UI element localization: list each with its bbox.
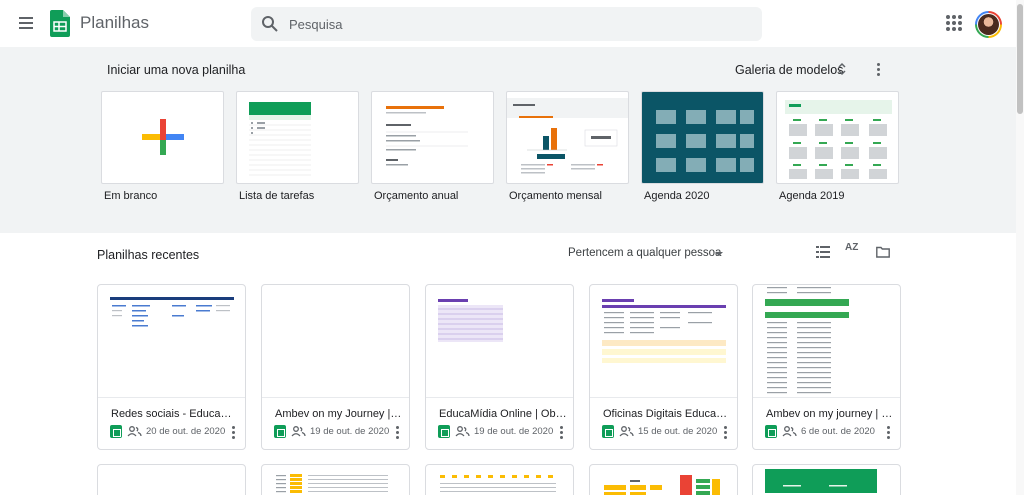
sort-az-icon[interactable]: AZ — [845, 242, 861, 260]
file-thumbnail — [753, 285, 900, 398]
template-blank[interactable] — [101, 91, 224, 184]
file-name: Ambev on my Journey | Jornada — [275, 408, 403, 420]
sheets-file-icon — [602, 425, 614, 438]
template-annual-budget[interactable] — [371, 91, 494, 184]
recent-file-card[interactable]: Oficinas Digitais Educamídia 15 de out. … — [589, 284, 738, 450]
template-label-monthly-budget[interactable]: Orçamento mensal — [509, 190, 602, 202]
file-thumbnail — [98, 285, 245, 398]
recent-file-card-partial[interactable] — [261, 464, 410, 495]
file-thumbnail — [426, 285, 573, 398]
file-name: EducaMídia Online | Objetivos — [439, 408, 567, 420]
file-date: 15 de out. de 2020 — [638, 426, 718, 437]
file-more-options-icon[interactable] — [229, 424, 237, 439]
gallery-more-options-icon[interactable] — [872, 61, 884, 77]
partial-preview — [440, 475, 556, 492]
recent-file-card-partial[interactable] — [97, 464, 246, 495]
file-thumbnail — [262, 285, 409, 398]
template-todo-list[interactable] — [236, 91, 359, 184]
search-icon[interactable] — [261, 15, 279, 33]
dropdown-caret-icon[interactable] — [715, 252, 723, 256]
folder-icon[interactable] — [876, 246, 890, 258]
plus-icon — [142, 119, 184, 155]
top-header: Planilhas — [0, 0, 1024, 47]
template-gallery-button[interactable]: Galeria de modelos — [735, 63, 843, 77]
monthly-budget-thumbnail — [507, 98, 628, 174]
recent-section-title: Planilhas recentes — [97, 248, 200, 262]
todo-thumbnail — [249, 102, 311, 176]
file-more-options-icon[interactable] — [557, 424, 565, 439]
file-1-preview — [110, 297, 234, 327]
shared-people-icon — [291, 426, 306, 437]
file-more-options-icon[interactable] — [721, 424, 729, 439]
sort-az-label: AZ — [845, 242, 859, 253]
file-date: 6 de out. de 2020 — [801, 426, 875, 437]
recent-file-card[interactable]: Ambev on my journey | relatório 6 de out… — [752, 284, 901, 450]
template-label-annual-budget[interactable]: Orçamento anual — [374, 190, 458, 202]
sheets-file-icon — [765, 425, 777, 438]
search-input[interactable] — [289, 7, 749, 41]
template-gallery: Iniciar uma nova planilha Galeria de mod… — [0, 47, 1016, 233]
file-name: Oficinas Digitais Educamídia — [603, 408, 731, 420]
recent-file-card-partial[interactable] — [425, 464, 574, 495]
file-5-preview — [765, 287, 849, 394]
template-agenda-2020[interactable] — [641, 91, 764, 184]
file-4-preview — [602, 299, 726, 363]
template-label-blank[interactable]: Em branco — [104, 190, 157, 202]
gallery-title: Iniciar uma nova planilha — [107, 63, 246, 77]
page-scrollbar[interactable] — [1016, 0, 1024, 495]
agenda-2020-thumbnail — [656, 110, 754, 172]
main-menu-icon[interactable] — [16, 14, 36, 34]
sheets-logo-icon[interactable] — [50, 10, 70, 37]
file-more-options-icon[interactable] — [884, 424, 892, 439]
file-name: Ambev on my journey | relatório — [766, 408, 894, 420]
file-date: 20 de out. de 2020 — [146, 426, 226, 437]
sheets-file-icon — [438, 425, 450, 438]
google-apps-icon[interactable] — [946, 15, 962, 31]
recent-file-card-partial[interactable] — [589, 464, 738, 495]
list-view-icon[interactable] — [816, 246, 830, 258]
template-monthly-budget[interactable] — [506, 91, 629, 184]
shared-people-icon — [619, 426, 634, 437]
file-name: Redes sociais - Educamídia — [111, 408, 239, 420]
file-date: 19 de out. de 2020 — [310, 426, 390, 437]
sheets-file-icon — [274, 425, 286, 438]
recent-file-card-partial[interactable] — [752, 464, 901, 495]
sheets-file-icon — [110, 425, 122, 438]
file-more-options-icon[interactable] — [393, 424, 401, 439]
account-avatar[interactable] — [975, 11, 1002, 38]
template-label-agenda-2019[interactable]: Agenda 2019 — [779, 190, 844, 202]
file-thumbnail — [590, 285, 737, 398]
agenda-2019-thumbnail — [785, 100, 892, 179]
shared-people-icon — [455, 426, 470, 437]
file-3-preview — [438, 299, 503, 342]
template-label-agenda-2020[interactable]: Agenda 2020 — [644, 190, 709, 202]
owner-filter-dropdown[interactable]: Pertencem a qualquer pessoa — [568, 247, 721, 259]
app-title[interactable]: Planilhas — [80, 13, 149, 33]
annual-budget-thumbnail — [386, 106, 468, 166]
template-agenda-2019[interactable] — [776, 91, 899, 184]
scrollbar-thumb[interactable] — [1017, 4, 1023, 114]
partial-preview — [276, 474, 388, 493]
shared-people-icon — [782, 426, 797, 437]
partial-preview — [604, 475, 720, 495]
file-date: 19 de out. de 2020 — [474, 426, 554, 437]
partial-preview — [765, 469, 877, 493]
search-box[interactable] — [251, 7, 762, 41]
unfold-more-icon[interactable] — [836, 61, 848, 77]
recent-file-card[interactable]: Ambev on my Journey | Jornada 19 de out.… — [261, 284, 410, 450]
template-label-todo-list[interactable]: Lista de tarefas — [239, 190, 314, 202]
recent-file-card[interactable]: Redes sociais - Educamídia 20 de out. de… — [97, 284, 246, 450]
recent-file-card[interactable]: EducaMídia Online | Objetivos 19 de out.… — [425, 284, 574, 450]
shared-people-icon — [127, 426, 142, 437]
